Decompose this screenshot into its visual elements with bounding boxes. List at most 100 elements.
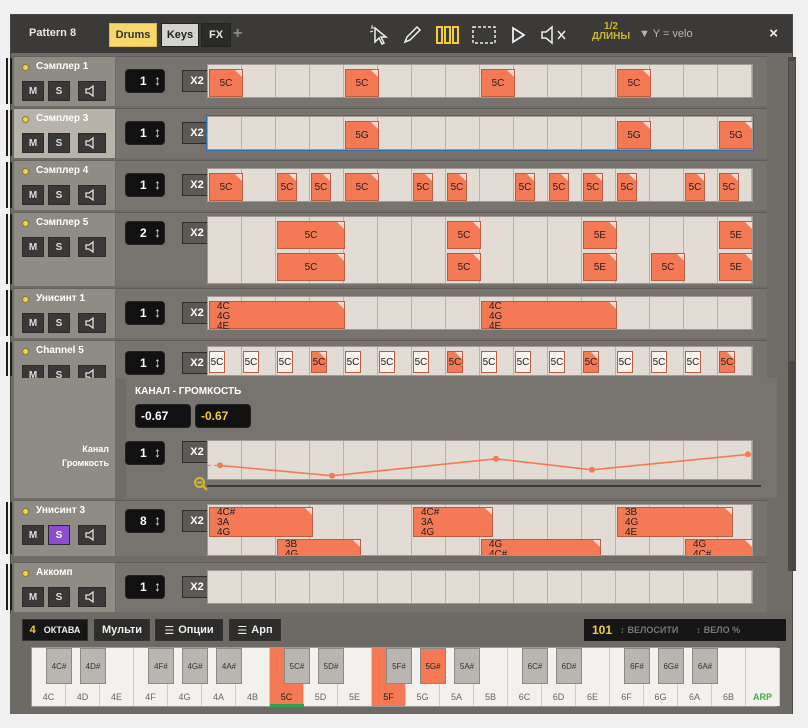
- step-cell[interactable]: [378, 65, 412, 97]
- step-grid[interactable]: 5C 5C 5C 5C 5C 5C 5C 5C 5C 5C 5C 5C 5C 5C 5C 5C: [207, 346, 753, 376]
- speaker-icon[interactable]: [78, 587, 106, 607]
- note[interactable]: 5C: [277, 253, 345, 281]
- step-cell[interactable]: [276, 117, 310, 149]
- note[interactable]: 5C: [413, 173, 433, 201]
- close-button[interactable]: ×: [769, 25, 778, 42]
- track-grip[interactable]: [6, 564, 12, 610]
- automation-value-right[interactable]: -0.67: [195, 404, 251, 428]
- tab-drums[interactable]: Drums: [109, 23, 157, 47]
- note[interactable]: 5C: [651, 253, 685, 281]
- note[interactable]: 5C: [277, 351, 293, 373]
- piano-key-4fs[interactable]: 4F#: [148, 648, 174, 684]
- note[interactable]: 5C: [617, 351, 633, 373]
- step-cell[interactable]: [242, 117, 276, 149]
- mute-button[interactable]: M: [22, 185, 44, 205]
- mute-button[interactable]: M: [22, 313, 44, 333]
- steps-stepper[interactable]: 8: [125, 509, 165, 533]
- step-cell[interactable]: [480, 169, 514, 201]
- mute-button[interactable]: M: [22, 525, 44, 545]
- note[interactable]: 5C: [583, 173, 603, 201]
- note[interactable]: 5C: [685, 173, 705, 201]
- step-cell[interactable]: [242, 169, 276, 201]
- note[interactable]: 4G 4C#: [685, 539, 752, 555]
- step-cell[interactable]: [650, 169, 684, 201]
- steps-stepper[interactable]: 1: [125, 351, 165, 375]
- note[interactable]: 5C: [277, 221, 345, 249]
- note[interactable]: 3B 4G 4E: [617, 507, 733, 538]
- step-cell[interactable]: [378, 571, 412, 603]
- step-cell[interactable]: [242, 571, 276, 603]
- automation-point[interactable]: [217, 462, 223, 469]
- note[interactable]: 5C: [447, 253, 481, 281]
- velocity-panel[interactable]: 101 ↕ ВЕЛОСИТИ ↕ ВЕЛО %: [584, 619, 786, 641]
- step-cell[interactable]: [582, 117, 616, 149]
- options-button[interactable]: ☰ Опции: [155, 619, 223, 641]
- track-grip[interactable]: [6, 162, 12, 208]
- note[interactable]: 5C: [481, 69, 515, 97]
- step-cell[interactable]: [310, 65, 344, 97]
- note[interactable]: 5C: [651, 351, 667, 373]
- step-cell[interactable]: [718, 297, 752, 329]
- note[interactable]: 5C: [447, 351, 463, 373]
- track-header[interactable]: Сэмплер 4 MS: [14, 160, 115, 210]
- step-cell[interactable]: [208, 117, 242, 149]
- note[interactable]: 5C: [447, 221, 481, 249]
- step-grid[interactable]: 5C 5C 5C 5C 5C 5C 5C 5C 5C 5C 5C 5C: [207, 168, 753, 202]
- piano-key-arp[interactable]: ARP: [746, 648, 780, 706]
- track-header[interactable]: Сэмплер 5 MS: [14, 212, 115, 286]
- steps-stepper[interactable]: 1: [125, 121, 165, 145]
- step-grid[interactable]: 4C 4G 4E 4C 4G 4E: [207, 296, 753, 330]
- step-cell[interactable]: [718, 571, 752, 603]
- step-cell[interactable]: [310, 117, 344, 149]
- step-cell[interactable]: [344, 297, 378, 329]
- track-header[interactable]: Сэмплер 3 MS: [14, 108, 115, 158]
- cursor-icon[interactable]: [367, 24, 393, 46]
- step-cell[interactable]: [548, 117, 582, 149]
- step-cell[interactable]: [446, 117, 480, 149]
- solo-button[interactable]: S: [48, 185, 70, 205]
- add-tab-button[interactable]: +: [233, 25, 242, 43]
- note[interactable]: 5E: [719, 253, 752, 281]
- mute-icon[interactable]: [539, 24, 571, 46]
- step-cell[interactable]: [514, 571, 548, 603]
- piano-key-6as[interactable]: 6A#: [692, 648, 718, 684]
- track-grip[interactable]: [6, 110, 12, 156]
- note[interactable]: 5C: [243, 351, 259, 373]
- step-cell[interactable]: [684, 65, 718, 97]
- step-cell[interactable]: [616, 217, 650, 283]
- automation-grid[interactable]: [207, 440, 753, 480]
- speaker-icon[interactable]: [78, 81, 106, 101]
- octave-control[interactable]: 4 ОКТАВА: [22, 619, 88, 641]
- mute-button[interactable]: M: [22, 133, 44, 153]
- step-cell[interactable]: [480, 217, 514, 283]
- mute-button[interactable]: M: [22, 81, 44, 101]
- step-cell[interactable]: [344, 217, 378, 283]
- note[interactable]: 4C# 3A 4G: [209, 507, 313, 538]
- note[interactable]: 5C: [379, 351, 395, 373]
- note[interactable]: 5C: [583, 351, 599, 373]
- steps-stepper[interactable]: 2: [125, 221, 165, 245]
- piano-key-5fs[interactable]: 5F#: [386, 648, 412, 684]
- step-cell[interactable]: [378, 505, 412, 555]
- piano-key-4ds[interactable]: 4D#: [80, 648, 106, 684]
- note[interactable]: 5E: [583, 221, 617, 249]
- note[interactable]: 5C: [345, 351, 361, 373]
- automation-steps[interactable]: 1: [125, 441, 165, 465]
- step-cell[interactable]: [276, 571, 310, 603]
- solo-button[interactable]: S: [48, 587, 70, 607]
- note[interactable]: 5C: [719, 351, 735, 373]
- note[interactable]: 5C: [481, 351, 497, 373]
- note[interactable]: 5C: [617, 173, 637, 201]
- step-cell[interactable]: [412, 117, 446, 149]
- note[interactable]: 5C: [515, 351, 531, 373]
- step-cell[interactable]: [650, 571, 684, 603]
- piano-key-6ds[interactable]: 6D#: [556, 648, 582, 684]
- note[interactable]: 5C: [617, 69, 651, 97]
- mute-button[interactable]: M: [22, 587, 44, 607]
- note[interactable]: 5C: [515, 173, 535, 201]
- step-cell[interactable]: [684, 217, 718, 283]
- piano-key-4cs[interactable]: 4C#: [46, 648, 72, 684]
- note[interactable]: 3B 4G: [277, 539, 361, 555]
- length-button[interactable]: 1/2 ДЛИНЫ: [589, 22, 633, 42]
- piano-key-6fs[interactable]: 6F#: [624, 648, 650, 684]
